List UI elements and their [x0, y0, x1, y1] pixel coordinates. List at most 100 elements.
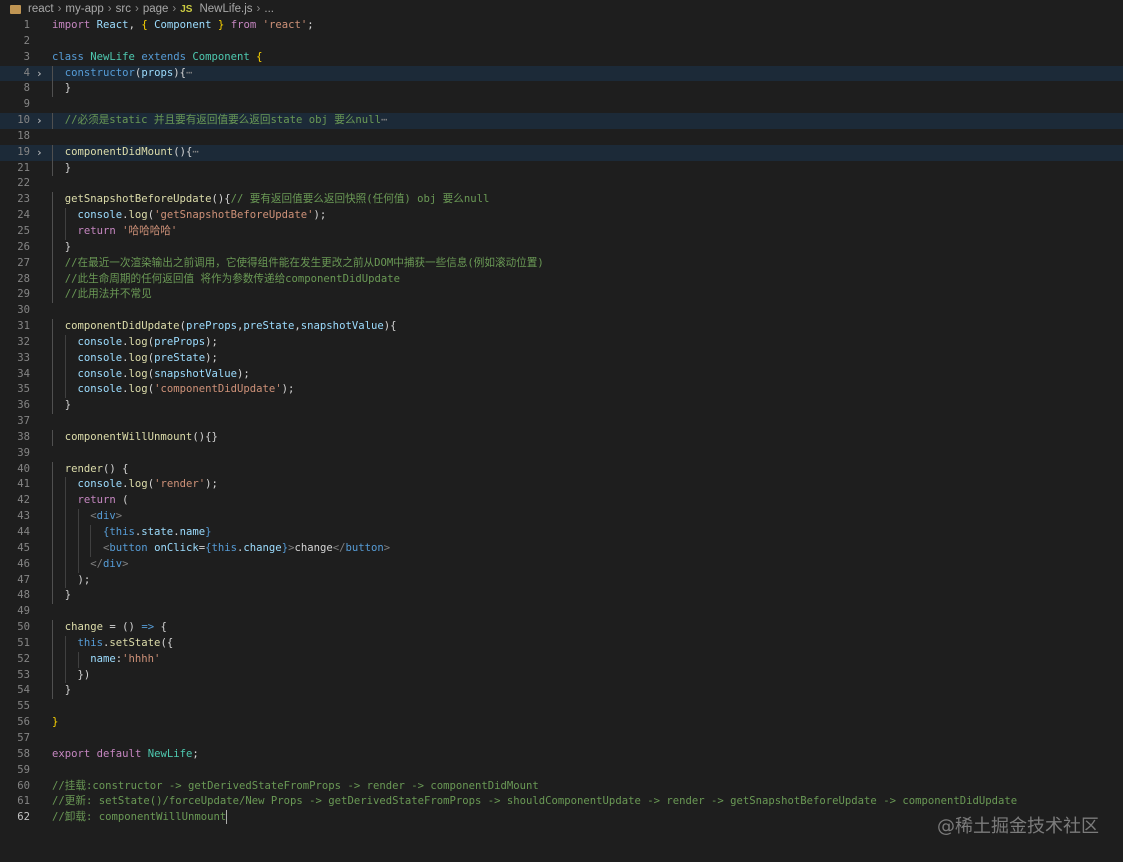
folded-ellipsis[interactable]: ⋯ — [381, 114, 387, 126]
code-line[interactable]: 55 — [0, 699, 1123, 715]
code-line[interactable]: 25 return '哈哈哈哈' — [0, 223, 1123, 240]
breadcrumb-item[interactable]: my-app — [65, 3, 103, 15]
code-token: } — [64, 684, 72, 697]
code-line[interactable]: 50 change = () => { — [0, 620, 1123, 636]
code-line[interactable]: 1 import React, { Component } from 'react… — [0, 18, 1123, 34]
code-line[interactable]: 31 componentDidUpdate(preProps,preState,s… — [0, 319, 1123, 335]
code-line[interactable]: 56} — [0, 715, 1123, 731]
code-token: log — [128, 209, 148, 222]
fold-chevron-icon[interactable]: › — [36, 113, 43, 129]
line-number: 26 — [17, 240, 30, 253]
code-line[interactable]: 3 class NewLife extends Component { — [0, 50, 1123, 66]
code-text: //更新: setState()/forceUpdate/New Props -… — [52, 794, 1017, 810]
code-line[interactable]: 51 this.setState({ — [0, 635, 1123, 652]
code-token: export — [52, 747, 91, 760]
code-line[interactable]: 4 › constructor(props){⋯ — [0, 65, 1123, 82]
code-token: //更新: setState()/forceUpdate/New Props -… — [52, 795, 1018, 808]
code-token: > — [115, 510, 123, 523]
chevron-right-icon: › — [172, 3, 177, 15]
code-line[interactable]: 28 //此生命周期的任何返回值 将作为参数传递给componentDidUpda… — [0, 271, 1123, 288]
code-text: export default NewLife; — [52, 747, 199, 763]
code-text: //在最近一次渲染输出之前调用，它使得组件能在发生更改之前从DOM中捕获一些信息… — [52, 255, 544, 272]
code-line[interactable]: 45 <button onClick={this.change}>change</… — [0, 540, 1123, 557]
code-line[interactable]: 53}) — [0, 667, 1123, 684]
line-number: 32 — [17, 335, 30, 348]
code-line[interactable]: 27 //在最近一次渲染输出之前调用，它使得组件能在发生更改之前从DOM中捕获一些… — [0, 255, 1123, 272]
code-token: return — [77, 494, 116, 507]
indent-guide — [52, 223, 65, 240]
code-line[interactable]: 54} — [0, 683, 1123, 700]
indent-guide — [52, 667, 65, 684]
code-line[interactable]: 44 {this.state.name} — [0, 525, 1123, 541]
indent-guide — [52, 493, 65, 510]
code-line[interactable]: 57 — [0, 731, 1123, 747]
code-line[interactable]: 8} — [0, 81, 1123, 98]
code-token: console — [77, 335, 123, 348]
code-line[interactable]: 26} — [0, 239, 1123, 256]
code-token: log — [128, 367, 148, 380]
code-line[interactable]: 19 › componentDidMount(){⋯ — [0, 144, 1123, 161]
code-line[interactable]: 58 export default NewLife; — [0, 747, 1123, 763]
code-line[interactable]: 35 console.log('componentDidUpdate'); — [0, 382, 1123, 399]
code-line[interactable]: 60 //挂载:constructor -> getDerivedStateFro… — [0, 779, 1123, 795]
code-line[interactable]: 10 › //必须是static 并且要有返回值要么返回state obj 要么nu… — [0, 113, 1123, 129]
code-line[interactable]: 39 — [0, 446, 1123, 462]
breadcrumb-item[interactable]: src — [116, 3, 131, 15]
code-line[interactable]: 41 console.log('render'); — [0, 477, 1123, 494]
breadcrumb-file[interactable]: NewLife.js — [199, 3, 252, 15]
code-token: ); — [205, 335, 218, 348]
code-line[interactable]: 46 </div> — [0, 556, 1123, 573]
fold-chevron-icon[interactable]: › — [36, 145, 43, 161]
indent-guide — [52, 461, 65, 478]
code-token: > — [383, 541, 391, 554]
code-line[interactable]: 24 console.log('getSnapshotBeforeUpdate')… — [0, 208, 1123, 224]
code-line[interactable]: 47); — [0, 572, 1123, 589]
indent-guide — [64, 208, 78, 224]
code-text: } — [52, 398, 71, 415]
code-text: } — [52, 160, 71, 177]
indent-guide — [64, 350, 78, 367]
line-number: 47 — [17, 573, 30, 586]
code-token: preProps — [154, 335, 206, 348]
code-line[interactable]: 23 getSnapshotBeforeUpdate(){// 要有返回值要么返回… — [0, 192, 1123, 209]
code-line[interactable]: 48} — [0, 588, 1123, 605]
code-line[interactable]: 49 — [0, 604, 1123, 620]
code-token: } — [205, 526, 212, 538]
code-line[interactable]: 43 <div> — [0, 509, 1123, 525]
line-number: 19 — [17, 145, 30, 158]
code-line[interactable]: 9 — [0, 97, 1123, 113]
code-line[interactable]: 30 — [0, 303, 1123, 319]
code-line[interactable]: 21} — [0, 160, 1123, 177]
code-line[interactable]: 33 console.log(preState); — [0, 350, 1123, 367]
code-line[interactable]: 40 render() { — [0, 461, 1123, 478]
indent-guide — [52, 477, 65, 494]
code-token: state — [141, 526, 174, 538]
code-line[interactable]: 37 — [0, 414, 1123, 430]
line-number: 27 — [17, 256, 30, 269]
breadcrumb-item[interactable]: react — [28, 3, 54, 15]
code-editor[interactable]: 1 import React, { Component } from 'react… — [0, 18, 1123, 826]
watermark: @稀土掘金技术社区 — [937, 816, 1099, 837]
line-number: 54 — [17, 684, 30, 697]
code-line[interactable]: 32 console.log(preProps); — [0, 334, 1123, 351]
breadcrumb-more[interactable]: ... — [264, 3, 274, 15]
code-token: ); — [281, 383, 295, 396]
code-line[interactable]: 18 — [0, 129, 1123, 145]
code-line[interactable]: 29 //此用法并不常见 — [0, 287, 1123, 304]
code-line[interactable]: 34 console.log(snapshotValue); — [0, 366, 1123, 383]
folded-ellipsis[interactable]: ⋯ — [186, 67, 192, 79]
code-line[interactable]: 52 name:'hhhh' — [0, 651, 1123, 668]
code-line[interactable]: 38 componentWillUnmount(){} — [0, 429, 1123, 446]
code-line[interactable]: 22 — [0, 176, 1123, 192]
breadcrumb-item[interactable]: page — [143, 3, 169, 15]
folded-ellipsis[interactable]: ⋯ — [192, 146, 198, 158]
code-line[interactable]: 61 //更新: setState()/forceUpdate/New Props… — [0, 794, 1123, 810]
indent-guide — [52, 540, 65, 557]
code-line[interactable]: 42 return ( — [0, 493, 1123, 510]
fold-chevron-icon[interactable]: › — [36, 66, 43, 82]
code-line[interactable]: 2 — [0, 34, 1123, 50]
code-text: } — [52, 81, 71, 98]
code-line[interactable]: 36} — [0, 398, 1123, 415]
line-number: 53 — [17, 668, 30, 681]
code-line[interactable]: 59 — [0, 763, 1123, 779]
